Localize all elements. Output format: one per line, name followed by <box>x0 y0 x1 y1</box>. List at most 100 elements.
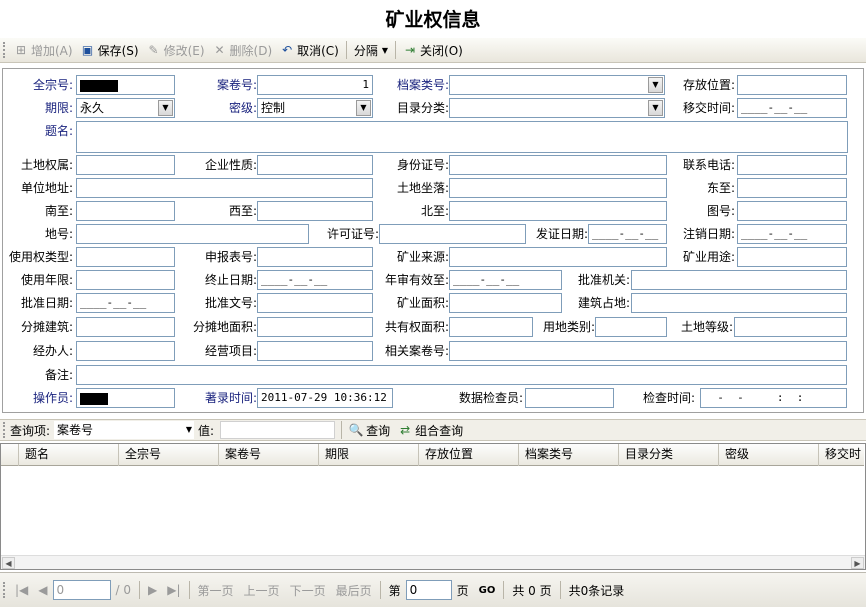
record-time-field[interactable]: 2011-07-29 10:36:12 <box>257 388 393 408</box>
search-label: 查询 <box>366 423 391 438</box>
quanzong-field[interactable] <box>76 75 175 95</box>
title-field[interactable] <box>76 121 848 153</box>
column-header[interactable]: 目录分类 <box>619 444 719 466</box>
prev-page-link[interactable]: 上一页 <box>239 582 285 599</box>
related-no-field[interactable] <box>449 341 847 361</box>
toolbar-grip[interactable] <box>3 422 6 438</box>
save-button[interactable]: ▣ 保存(S) <box>77 39 143 61</box>
column-header[interactable]: 全宗号 <box>119 444 219 466</box>
map-no-field[interactable] <box>737 201 847 221</box>
phone-field[interactable] <box>737 155 847 175</box>
apply-no-field[interactable] <box>257 247 373 267</box>
next-page-icon[interactable]: ▶ <box>143 583 162 597</box>
scroll-right-icon[interactable]: ▶ <box>851 557 864 569</box>
audit-valid-field[interactable]: ____-__-__ <box>449 270 562 290</box>
first-page-icon[interactable]: |◀ <box>10 583 33 597</box>
current-record-input[interactable]: 0 <box>52 580 111 600</box>
issue-date-field[interactable]: ____-__-__ <box>588 224 667 244</box>
toolbar-grip[interactable] <box>3 582 6 598</box>
remark-field[interactable] <box>76 365 847 385</box>
column-header[interactable]: 期限 <box>319 444 419 466</box>
company-type-field[interactable] <box>257 155 373 175</box>
land-grade-field[interactable] <box>734 317 847 337</box>
toolbar-grip[interactable] <box>3 42 6 58</box>
approve-date-field[interactable]: ____-__-__ <box>76 293 175 313</box>
use-type-field[interactable] <box>76 247 175 267</box>
results-grid[interactable]: 题名 全宗号 案卷号 期限 存放位置 档案类号 目录分类 密级 移交时 ◀ ▶ <box>0 443 866 570</box>
column-header[interactable]: 档案类号 <box>519 444 619 466</box>
first-page-link[interactable]: 第一页 <box>193 582 239 599</box>
last-page-icon[interactable]: ▶| <box>162 583 185 597</box>
search-button[interactable]: 🔍 查询 <box>345 419 394 441</box>
scroll-left-icon[interactable]: ◀ <box>2 557 15 569</box>
operator-field[interactable] <box>76 388 175 408</box>
east-field[interactable] <box>737 178 847 198</box>
combo-search-button[interactable]: ⇄ 组合查询 <box>394 419 467 441</box>
land-location-label: 土地坐落: <box>396 181 449 195</box>
anjuan-field[interactable]: 1 <box>257 75 373 95</box>
row-selector-header[interactable] <box>1 444 19 466</box>
building-area-field[interactable] <box>631 293 847 313</box>
end-date-label: 终止日期: <box>204 273 257 287</box>
horizontal-scrollbar[interactable]: ◀ ▶ <box>1 555 865 569</box>
period-select[interactable]: 永久 ▼ <box>76 98 175 118</box>
common-area-field[interactable] <box>449 317 533 337</box>
north-field[interactable] <box>449 201 667 221</box>
approve-doc-field[interactable] <box>257 293 373 313</box>
catalog-select[interactable]: ▼ <box>449 98 665 118</box>
shared-land-field[interactable] <box>257 317 373 337</box>
chevron-down-icon[interactable]: ▼ <box>356 100 371 116</box>
go-button[interactable]: GO <box>474 585 501 596</box>
use-years-field[interactable] <box>76 270 175 290</box>
checker-field[interactable] <box>525 388 614 408</box>
cancel-date-field[interactable]: ____-__-__ <box>737 224 847 244</box>
land-no-field[interactable] <box>76 224 309 244</box>
secret-select[interactable]: 控制 ▼ <box>257 98 373 118</box>
address-field[interactable] <box>76 178 373 198</box>
storage-field[interactable] <box>737 75 847 95</box>
column-header[interactable]: 题名 <box>19 444 119 466</box>
business-field[interactable] <box>257 341 373 361</box>
column-header[interactable]: 存放位置 <box>419 444 519 466</box>
last-page-link[interactable]: 最后页 <box>331 582 377 599</box>
split-dropdown[interactable]: 分隔 ▼ <box>350 39 392 61</box>
handler-field[interactable] <box>76 341 175 361</box>
cancel-button[interactable]: ↶ 取消(C) <box>276 39 343 61</box>
delete-icon: ✕ <box>214 43 225 57</box>
dangan-type-select[interactable]: ▼ <box>449 75 665 95</box>
column-header[interactable]: 移交时 <box>819 444 864 466</box>
license-no-field[interactable] <box>379 224 526 244</box>
common-area-label: 共有权面积: <box>384 320 449 334</box>
query-value-input[interactable] <box>220 421 336 439</box>
delete-button[interactable]: ✕ 删除(D) <box>209 39 277 61</box>
land-category-field[interactable] <box>595 317 667 337</box>
combo-search-label: 组合查询 <box>415 423 464 438</box>
add-button[interactable]: ⊞ 增加(A) <box>10 39 77 61</box>
mine-area-field[interactable] <box>449 293 562 313</box>
mine-use-field[interactable] <box>737 247 847 267</box>
page-input[interactable]: 0 <box>405 580 452 600</box>
next-page-link[interactable]: 下一页 <box>285 582 331 599</box>
prev-page-icon[interactable]: ◀ <box>33 583 52 597</box>
end-date-field[interactable]: ____-__-__ <box>257 270 373 290</box>
land-owner-field[interactable] <box>76 155 175 175</box>
chevron-down-icon[interactable]: ▼ <box>648 77 663 93</box>
query-item-select[interactable]: 案卷号 ▼ <box>54 421 195 439</box>
land-location-field[interactable] <box>449 178 667 198</box>
column-header[interactable]: 案卷号 <box>219 444 319 466</box>
approve-org-field[interactable] <box>631 270 847 290</box>
id-number-field[interactable] <box>449 155 667 175</box>
shared-building-field[interactable] <box>76 317 175 337</box>
south-field[interactable] <box>76 201 175 221</box>
west-field[interactable] <box>257 201 373 221</box>
column-header[interactable]: 密级 <box>719 444 819 466</box>
check-time-field[interactable]: - - : : <box>700 388 847 408</box>
edit-button[interactable]: ✎ 修改(E) <box>143 39 209 61</box>
chevron-down-icon[interactable]: ▼ <box>648 100 663 116</box>
chevron-down-icon[interactable]: ▼ <box>158 100 173 116</box>
toolbar-separator <box>341 421 343 439</box>
close-button[interactable]: ⇥ 关闭(O) <box>399 39 467 61</box>
chevron-down-icon[interactable]: ▼ <box>186 421 192 439</box>
transfer-time-field[interactable]: ____-__-__ <box>737 98 847 118</box>
mine-source-field[interactable] <box>449 247 667 267</box>
